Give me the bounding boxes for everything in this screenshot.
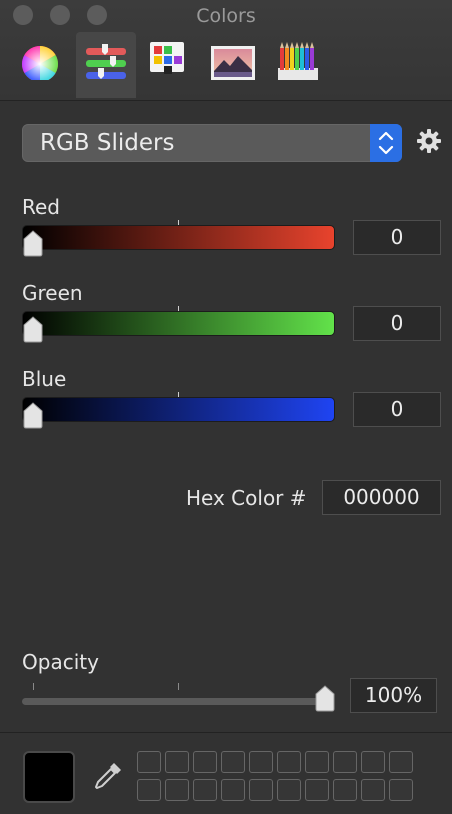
blue-label: Blue: [22, 367, 67, 391]
swatch-cell[interactable]: [193, 751, 217, 773]
sliders-icon: [86, 44, 126, 79]
red-slider-track[interactable]: [22, 225, 335, 250]
opacity-value-field[interactable]: 100%: [350, 678, 437, 713]
color-wheel-icon: [21, 45, 59, 80]
opacity-slider-thumb[interactable]: [313, 684, 337, 712]
tab-color-sliders[interactable]: [76, 32, 136, 98]
tab-color-wheel[interactable]: [12, 32, 72, 98]
swatch-cell[interactable]: [361, 779, 385, 801]
swatch-cell[interactable]: [389, 751, 413, 773]
current-color-swatch[interactable]: [23, 751, 75, 803]
hex-color-field[interactable]: 000000: [322, 480, 441, 515]
blue-slider-track[interactable]: [22, 397, 335, 422]
title-bar: Colors: [0, 0, 452, 101]
opacity-label: Opacity: [22, 650, 99, 674]
opacity-slider-track[interactable]: [22, 698, 325, 705]
swatch-cell[interactable]: [249, 751, 273, 773]
green-value-field[interactable]: 0: [353, 306, 441, 341]
opacity-tick: [178, 683, 179, 690]
tab-image-palettes[interactable]: [202, 32, 262, 98]
swatch-cell[interactable]: [305, 779, 329, 801]
swatch-cell[interactable]: [305, 751, 329, 773]
red-label: Red: [22, 195, 60, 219]
tab-color-palettes[interactable]: [140, 32, 200, 98]
swatch-cell[interactable]: [333, 751, 357, 773]
swatch-cell[interactable]: [221, 751, 245, 773]
palettes-icon: [150, 42, 184, 74]
swatch-cell[interactable]: [193, 779, 217, 801]
divider: [0, 732, 452, 733]
blue-slider-thumb[interactable]: [21, 401, 45, 429]
swatch-cell[interactable]: [165, 751, 189, 773]
blue-value-field[interactable]: 0: [353, 392, 441, 427]
stepper-icon[interactable]: [370, 124, 402, 162]
green-slider-track[interactable]: [22, 311, 335, 336]
window-title: Colors: [196, 5, 256, 27]
swatch-cell[interactable]: [277, 751, 301, 773]
eyedropper-icon[interactable]: [92, 760, 124, 792]
swatch-cell[interactable]: [221, 779, 245, 801]
green-slider-thumb[interactable]: [21, 315, 45, 343]
swatch-cell[interactable]: [137, 779, 161, 801]
red-value-field[interactable]: 0: [353, 220, 441, 255]
gear-icon[interactable]: [415, 127, 443, 155]
swatch-cell[interactable]: [249, 779, 273, 801]
pencils-icon: [278, 42, 318, 80]
swatch-cell[interactable]: [137, 751, 161, 773]
swatch-cell[interactable]: [333, 779, 357, 801]
image-icon: [211, 46, 255, 80]
hex-color-label: Hex Color #: [186, 486, 307, 510]
swatch-cell[interactable]: [389, 779, 413, 801]
color-swatch-grid: [137, 751, 417, 803]
swatch-cell[interactable]: [361, 751, 385, 773]
color-mode-select[interactable]: RGB Sliders: [22, 124, 402, 162]
red-slider-thumb[interactable]: [21, 229, 45, 257]
swatch-cell[interactable]: [165, 779, 189, 801]
green-label: Green: [22, 281, 83, 305]
color-mode-value: RGB Sliders: [40, 130, 175, 156]
opacity-tick: [33, 683, 34, 690]
swatch-cell[interactable]: [277, 779, 301, 801]
tab-pencils[interactable]: [268, 32, 328, 98]
